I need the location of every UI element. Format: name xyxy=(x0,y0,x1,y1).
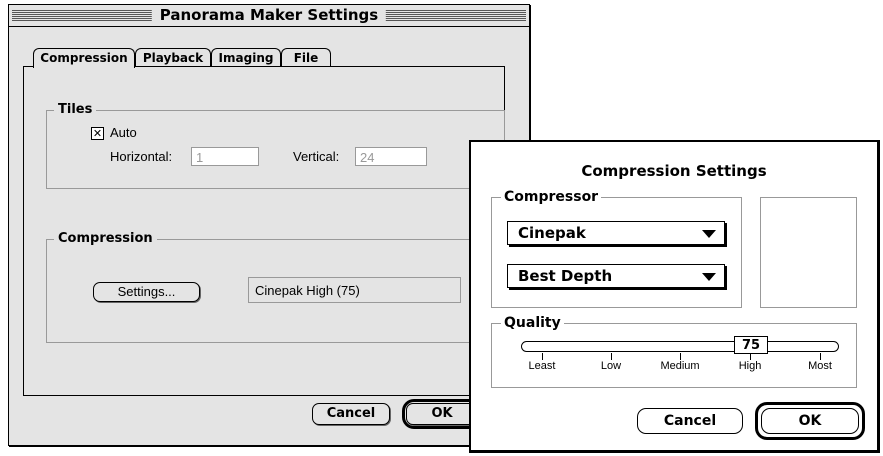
tab-playback[interactable]: Playback xyxy=(135,48,211,67)
quality-tick-mark xyxy=(750,353,751,360)
quality-tick-low: Low xyxy=(600,360,622,372)
settings-button[interactable]: Settings... xyxy=(93,282,200,302)
quality-tick-mark xyxy=(680,353,681,360)
horizontal-field[interactable]: 1 xyxy=(191,147,259,166)
compressor-group-label: Compressor xyxy=(501,189,602,205)
depth-popup-value: Best Depth xyxy=(518,267,613,285)
vertical-field[interactable]: 24 xyxy=(355,147,427,166)
ok-button[interactable]: OK xyxy=(406,403,478,425)
tab-compression[interactable]: Compression xyxy=(33,48,135,68)
cancel-button[interactable]: Cancel xyxy=(312,403,390,425)
dialog-ok-button[interactable]: OK xyxy=(761,408,859,434)
auto-label: Auto xyxy=(110,125,137,140)
quality-tick-most: Most xyxy=(808,360,832,372)
compressor-popup-value: Cinepak xyxy=(518,224,586,242)
chevron-down-icon xyxy=(702,230,716,238)
auto-checkbox[interactable]: ✕ xyxy=(91,127,104,140)
tiles-group-label: Tiles xyxy=(54,102,97,118)
title-bar[interactable]: Panorama Maker Settings xyxy=(9,5,529,27)
compression-settings-dialog: Compression Settings Compressor Cinepak … xyxy=(469,140,880,453)
horizontal-label: Horizontal: xyxy=(110,149,173,164)
dialog-title: Compression Settings xyxy=(581,162,767,180)
tab-panel: Tiles ✕ Auto Horizontal: 1 Vertical: 24 … xyxy=(23,66,505,396)
compression-current-value: Cinepak High (75) xyxy=(248,277,461,303)
quality-tick-mark xyxy=(611,353,612,360)
quality-tick-mark xyxy=(542,353,543,360)
preview-box xyxy=(760,197,857,308)
dialog-cancel-button[interactable]: Cancel xyxy=(637,408,743,434)
tab-file[interactable]: File xyxy=(281,48,331,67)
quality-slider-track[interactable] xyxy=(521,341,839,352)
quality-tick-high: High xyxy=(738,360,762,372)
quality-tick-medium: Medium xyxy=(660,360,700,372)
depth-popup[interactable]: Best Depth xyxy=(507,264,725,288)
quality-slider-thumb[interactable]: 75 xyxy=(734,336,768,354)
chevron-down-icon xyxy=(702,273,716,281)
quality-group-label: Quality xyxy=(501,315,564,331)
quality-tick-mark xyxy=(820,353,821,360)
tab-imaging[interactable]: Imaging xyxy=(211,48,281,67)
quality-tick-least: Least xyxy=(528,360,556,372)
quality-slider[interactable]: 75 Least Low Medium High Most xyxy=(521,336,839,376)
compressor-group xyxy=(491,197,742,308)
compressor-popup[interactable]: Cinepak xyxy=(507,221,725,245)
window-title: Panorama Maker Settings xyxy=(151,6,387,25)
panorama-maker-settings-window: Panorama Maker Settings Compression Play… xyxy=(8,4,530,446)
vertical-label: Vertical: xyxy=(293,149,340,164)
compression-group-label: Compression xyxy=(54,231,157,247)
